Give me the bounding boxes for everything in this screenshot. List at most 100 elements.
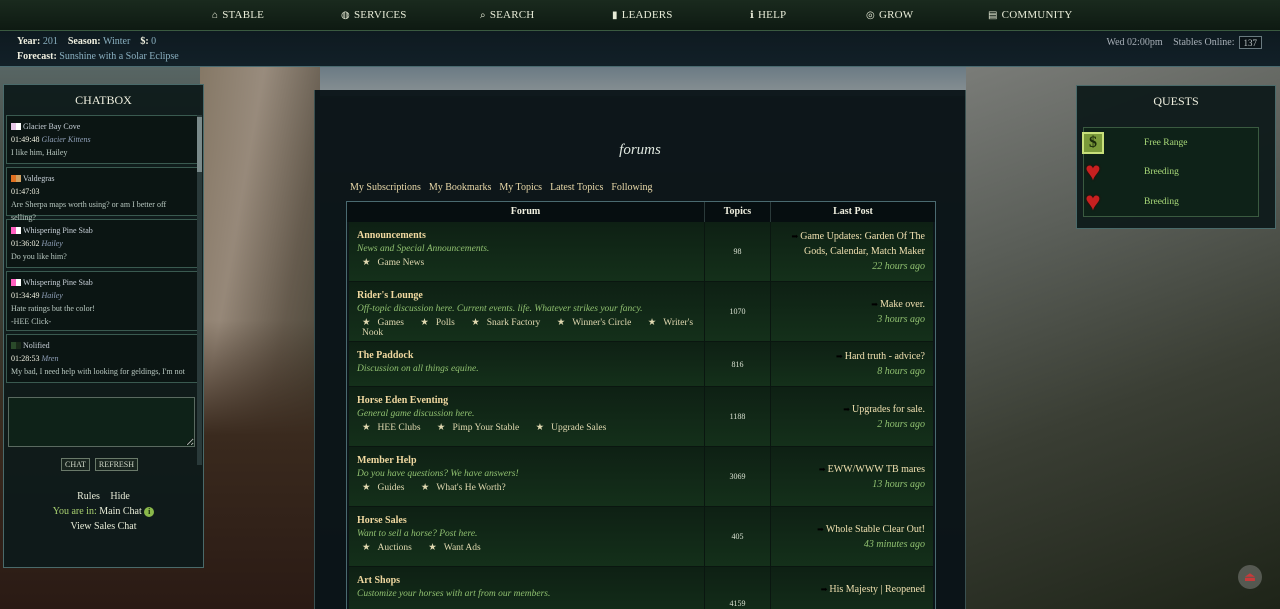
status-right: Wed 02:00pm Stables Online: 137 xyxy=(1106,36,1262,49)
quest-item[interactable]: $ Free Range xyxy=(1082,128,1258,158)
chat-message: Whispering Pine Stab 01:36:02 Hailey Do … xyxy=(6,219,198,268)
last-post-title[interactable]: ➡ His Majesty | Reopened xyxy=(771,582,925,597)
nav-label: SERVICES xyxy=(353,9,407,21)
nav-leaders[interactable]: ▮ LEADERS xyxy=(612,9,673,21)
subnav-following[interactable]: Following xyxy=(611,182,652,193)
quest-item[interactable]: ♥ Breeding xyxy=(1084,158,1258,188)
last-post-time: 8 hours ago xyxy=(877,366,925,377)
heart-icon: ♥ xyxy=(1085,186,1101,216)
subforum-list: ★ Auctions ★ Want Ads xyxy=(357,542,704,553)
forum-name[interactable]: Horse Eden Eventing xyxy=(357,395,704,406)
location-label: You are in: xyxy=(52,506,97,517)
subforum-link[interactable]: ★ Pimp Your Stable xyxy=(437,423,526,433)
last-post-title-text: His Majesty | Reopened xyxy=(829,584,925,595)
forum-name[interactable]: Rider's Lounge xyxy=(357,290,704,301)
forum-name[interactable]: Member Help xyxy=(357,455,704,466)
chat-text: My bad, I need help with looking for gel… xyxy=(11,367,185,376)
forum-description: Want to sell a horse? Post here. xyxy=(357,529,478,539)
chat-username[interactable]: Valdegras xyxy=(23,172,55,185)
nav-community[interactable]: ▤ COMMUNITY xyxy=(988,9,1073,21)
forecast-label: Forecast: xyxy=(17,51,57,62)
last-post-title[interactable]: ➡ Game Updates: Garden Of The Gods, Calen… xyxy=(771,229,925,259)
star-icon: ★ xyxy=(428,543,437,553)
quest-item[interactable]: ♥ Breeding xyxy=(1084,187,1258,217)
heart-icon: ♥ xyxy=(1085,157,1101,187)
forum-description: Off-topic discussion here. Current event… xyxy=(357,304,643,314)
info-icon: ℹ xyxy=(750,9,754,21)
stable-flag-icon xyxy=(11,279,21,286)
nav-search[interactable]: ⌕ SEARCH xyxy=(480,9,534,21)
last-post-title[interactable]: ➡ EWW/WWW TB mares xyxy=(771,462,925,477)
forum-row: Member Help Do you have questions? We ha… xyxy=(349,447,933,507)
chat-username[interactable]: Whispering Pine Stab xyxy=(23,224,93,237)
subnav-my-bookmarks[interactable]: My Bookmarks xyxy=(429,182,492,193)
subforum-link[interactable]: ★ Game News xyxy=(362,258,431,268)
last-post-title-text: Whole Stable Clear Out! xyxy=(825,524,925,535)
last-post-title-text: EWW/WWW TB mares xyxy=(827,464,925,475)
star-icon: ★ xyxy=(535,423,545,433)
chat-scrollbar-thumb[interactable] xyxy=(197,117,202,172)
hide-link[interactable]: Hide xyxy=(110,491,129,502)
subnav-my-subscriptions[interactable]: My Subscriptions xyxy=(350,182,421,193)
chat-username[interactable]: Whispering Pine Stab xyxy=(23,276,93,289)
chat-username[interactable]: Glacier Bay Cove xyxy=(23,120,80,133)
subforum-link[interactable]: ★ Snark Factory xyxy=(471,318,547,328)
chat-input[interactable] xyxy=(8,397,195,447)
forum-row: Announcements News and Special Announcem… xyxy=(349,222,933,282)
last-post: ➡ Make over. 3 hours ago xyxy=(771,282,933,341)
last-post-title-text: Make over. xyxy=(880,299,925,310)
quest-label: Free Range xyxy=(1144,137,1188,148)
forum-name[interactable]: Art Shops xyxy=(357,575,704,586)
topic-count: 98 xyxy=(705,222,771,281)
nav-grow[interactable]: ◎ GROW xyxy=(866,9,913,21)
star-icon: ★ xyxy=(420,318,429,328)
chat-text: -HEE Click- xyxy=(11,317,52,326)
pdf-icon[interactable]: ⏏ xyxy=(1238,565,1262,589)
subforum-link[interactable]: ★ Guides xyxy=(362,483,411,493)
subforum-list: ★ HEE Clubs ★ Pimp Your Stable ★ Upgrade Sa… xyxy=(357,422,704,433)
subforum-link[interactable]: ★ Want Ads xyxy=(428,543,488,553)
last-post-title-text: Upgrades for sale. xyxy=(851,404,925,415)
nav-stable[interactable]: ⌂ STABLE xyxy=(212,9,264,21)
chat-message: Glacier Bay Cove 01:49:48 Glacier Kitten… xyxy=(6,115,198,164)
last-post-title[interactable]: ➡ Hard truth - advice? xyxy=(771,349,925,364)
chat-username[interactable]: Nolified xyxy=(23,339,50,352)
forum-name[interactable]: The Paddock xyxy=(357,350,704,361)
arrow-icon: ➡ xyxy=(817,525,824,534)
chat-scrollbar[interactable] xyxy=(197,115,202,465)
home-icon: ⌂ xyxy=(212,9,219,21)
subforum-link[interactable]: ★ Polls xyxy=(420,318,462,328)
nav-services[interactable]: ◍ SERVICES xyxy=(341,9,407,21)
subforum-link[interactable]: ★ What's He Worth? xyxy=(421,483,513,493)
subforum-link[interactable]: ★ Games xyxy=(362,318,411,328)
last-post-title[interactable]: ➡ Make over. xyxy=(771,297,925,312)
subnav-my-topics[interactable]: My Topics xyxy=(499,182,542,193)
forum-main-panel: forums My Subscriptions My Bookmarks My … xyxy=(314,90,966,609)
subnav-latest-topics[interactable]: Latest Topics xyxy=(550,182,603,193)
forum-name[interactable]: Horse Sales xyxy=(357,515,704,526)
chat-message: Nolified 01:28:53 Mren My bad, I need he… xyxy=(6,334,198,383)
target-icon: ◎ xyxy=(866,9,875,21)
chat-send-button[interactable]: CHAT xyxy=(61,458,90,471)
last-post: ➡ Upgrades for sale. 2 hours ago xyxy=(771,387,933,446)
last-post-title[interactable]: ➡ Upgrades for sale. xyxy=(771,402,925,417)
subforum-list: ★ Guides ★ What's He Worth? xyxy=(357,482,704,493)
rules-link[interactable]: Rules xyxy=(77,491,100,502)
forum-name[interactable]: Announcements xyxy=(357,230,704,241)
chat-refresh-button[interactable]: REFRESH xyxy=(94,458,139,471)
subforum-link[interactable]: ★ Auctions xyxy=(362,543,419,553)
topic-count: 405 xyxy=(705,507,771,566)
last-post-title[interactable]: ➡ Whole Stable Clear Out! xyxy=(771,522,925,537)
stable-flag-icon xyxy=(11,227,21,234)
chat-text: I like him, Hailey xyxy=(11,148,68,157)
quests-title: QUESTS xyxy=(1153,94,1199,108)
subforum-link[interactable]: ★ HEE Clubs xyxy=(362,423,428,433)
last-post-time: 3 hours ago xyxy=(877,314,925,325)
subforum-link[interactable]: ★ Upgrade Sales xyxy=(536,423,614,433)
chat-sender: Hailey xyxy=(41,239,63,248)
arrow-icon: ➡ xyxy=(791,232,799,241)
info-icon[interactable]: i xyxy=(144,506,155,517)
nav-help[interactable]: ℹ HELP xyxy=(750,9,786,21)
subforum-link[interactable]: ★ Winner's Circle xyxy=(557,318,639,328)
view-sales-chat-link[interactable]: View Sales Chat xyxy=(4,519,203,534)
